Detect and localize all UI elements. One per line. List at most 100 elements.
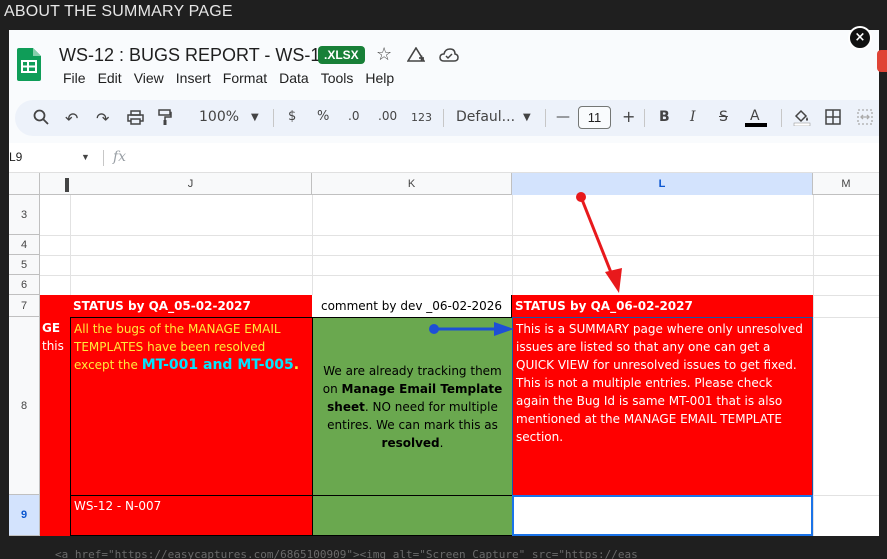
row-header-6[interactable]: 6: [9, 275, 40, 295]
freeze-handle-icon[interactable]: [65, 178, 69, 192]
toolbar-separator: [273, 109, 274, 127]
page-heading: ABOUT THE SUMMARY PAGE: [4, 3, 233, 20]
cell-j8-text: All the bugs of the MANAGE EMAIL TEMPLAT…: [71, 318, 312, 376]
zoom-select[interactable]: 100%: [199, 109, 239, 125]
cell-j9[interactable]: WS-12 - N-007: [70, 495, 313, 536]
toolbar: ↶ ↷ 100% ▼ $ % .0 .00 123 Defaul... ▼ — …: [15, 100, 879, 136]
file-format-badge: .XLSX: [318, 46, 365, 64]
text-color-icon[interactable]: A: [745, 109, 767, 127]
cloud-status-icon[interactable]: [439, 48, 459, 62]
gridline: [40, 275, 879, 276]
font-family-select[interactable]: Defaul...: [456, 109, 515, 125]
cell-j8[interactable]: All the bugs of the MANAGE EMAIL TEMPLAT…: [70, 317, 313, 496]
cell-k8-bold2: resolved: [381, 435, 440, 450]
toolbar-separator: [781, 109, 782, 127]
undo-icon[interactable]: ↶: [65, 109, 78, 128]
spreadsheet-window: WS-12 : BUGS REPORT - WS-12 .XLSX ☆ File…: [9, 30, 879, 536]
embed-code-text: <a href="https://easycaptures.com/686510…: [55, 548, 638, 559]
menu-help[interactable]: Help: [359, 70, 400, 86]
gridline: [813, 495, 879, 496]
gridline: [40, 235, 879, 236]
cell-j7[interactable]: STATUS by QA_05-02-2027: [70, 295, 312, 317]
column-header-j[interactable]: J: [70, 173, 312, 195]
formula-bar: L9 ▼ fx: [9, 143, 879, 173]
side-tab[interactable]: [877, 50, 887, 72]
fill-color-icon[interactable]: [793, 108, 811, 126]
select-all-corner[interactable]: [9, 173, 40, 195]
zoom-dropdown-icon[interactable]: ▼: [251, 112, 259, 123]
gridline: [813, 317, 879, 318]
menu-edit[interactable]: Edit: [92, 70, 128, 86]
row-header-8[interactable]: 8: [9, 317, 40, 495]
document-title[interactable]: WS-12 : BUGS REPORT - WS-12: [59, 45, 330, 66]
cell-k8[interactable]: We are already tracking them on Manage E…: [312, 317, 513, 496]
cell-k9[interactable]: [312, 495, 513, 536]
cell-i8-line2: this: [42, 339, 64, 353]
column-header-k[interactable]: K: [312, 173, 512, 195]
row-header-4[interactable]: 4: [9, 235, 40, 255]
cell-j8-end: .: [293, 357, 300, 373]
decrease-decimal-button[interactable]: .0: [348, 109, 359, 123]
toolbar-separator: [443, 109, 444, 127]
row-header-5[interactable]: 5: [9, 255, 40, 275]
bold-button[interactable]: B: [659, 109, 670, 125]
search-icon[interactable]: [33, 109, 49, 125]
merge-icon[interactable]: [857, 109, 873, 125]
menu-view[interactable]: View: [128, 70, 170, 86]
cell-k7[interactable]: comment by dev _06-02-2026: [312, 295, 512, 317]
column-header-m[interactable]: M: [813, 173, 879, 195]
font-dropdown-icon[interactable]: ▼: [523, 112, 531, 123]
menu-bar: File Edit View Insert Format Data Tools …: [57, 70, 400, 86]
move-to-drive-icon[interactable]: [407, 47, 425, 63]
cell-l8[interactable]: This is a SUMMARY page where only unreso…: [512, 317, 813, 496]
fx-icon: fx: [113, 149, 127, 165]
menu-file[interactable]: File: [57, 70, 92, 86]
number-format-button[interactable]: 123: [411, 111, 432, 124]
row-header-9[interactable]: 9: [9, 495, 40, 536]
borders-icon[interactable]: [825, 109, 841, 125]
cell-l7[interactable]: STATUS by QA_06-02-2027: [512, 295, 813, 317]
menu-insert[interactable]: Insert: [170, 70, 217, 86]
increase-font-size-button[interactable]: +: [622, 107, 635, 126]
column-header-l[interactable]: L: [512, 173, 813, 195]
cell-k8-text: We are already tracking them on Manage E…: [313, 318, 512, 495]
gridline: [70, 195, 71, 295]
sheet-grid: J K L M 3 4 5 6 7 8 9 STATUS by QA_05-02…: [9, 173, 879, 536]
percent-format-button[interactable]: %: [317, 109, 329, 124]
menu-tools[interactable]: Tools: [315, 70, 360, 86]
gridline: [312, 195, 313, 295]
gridline: [40, 255, 879, 256]
cell-l8-text: This is a SUMMARY page where only unreso…: [516, 322, 803, 444]
sheets-logo-icon[interactable]: [17, 48, 41, 81]
row-header-3[interactable]: 3: [9, 195, 40, 235]
cell-j8-highlight: MT-001 and MT-005: [141, 357, 294, 373]
cell-i8-line1: GE: [42, 321, 61, 335]
row-header-7[interactable]: 7: [9, 295, 40, 317]
print-icon[interactable]: [127, 110, 144, 125]
cell-k8-end: .: [439, 435, 444, 450]
cell-i8[interactable]: GE this: [40, 317, 70, 495]
formula-separator: [103, 150, 104, 166]
increase-decimal-button[interactable]: .00: [378, 109, 397, 123]
cell-i9[interactable]: [40, 495, 70, 536]
font-size-input[interactable]: 11: [578, 106, 611, 129]
paint-format-icon[interactable]: [158, 109, 172, 126]
menu-format[interactable]: Format: [217, 70, 273, 86]
gridline: [813, 195, 814, 536]
decrease-font-size-button[interactable]: —: [556, 109, 570, 125]
strikethrough-icon[interactable]: S: [719, 109, 728, 125]
menu-data[interactable]: Data: [273, 70, 315, 86]
star-icon[interactable]: ☆: [376, 44, 392, 65]
toolbar-separator: [644, 109, 645, 127]
column-header-row: J K L M: [9, 173, 879, 195]
name-box-dropdown-icon[interactable]: ▼: [81, 152, 90, 162]
italic-button[interactable]: I: [690, 109, 696, 125]
cell-l9-selected[interactable]: [512, 495, 813, 536]
cell-i7[interactable]: [40, 295, 70, 317]
currency-format-button[interactable]: $: [288, 109, 296, 124]
toolbar-separator: [545, 109, 546, 127]
redo-icon[interactable]: ↷: [96, 109, 109, 128]
gridline: [512, 195, 513, 295]
name-box[interactable]: L9: [9, 150, 22, 164]
close-icon[interactable]: ×: [848, 26, 872, 50]
